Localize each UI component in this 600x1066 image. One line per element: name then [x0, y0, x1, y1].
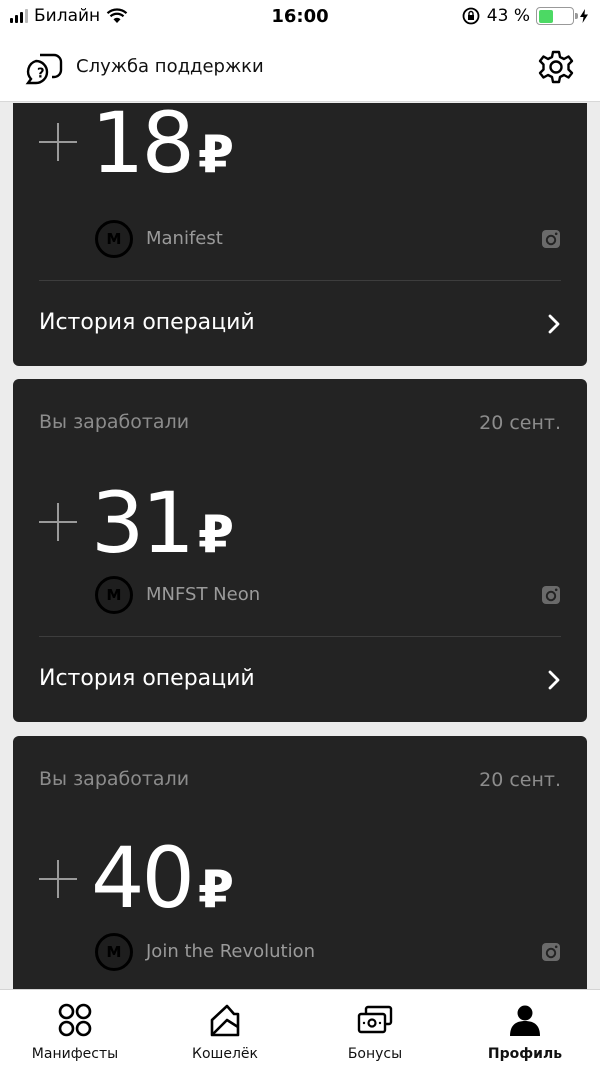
nav-label: Профиль: [487, 1046, 563, 1062]
earning-date: 20 сент.: [479, 412, 561, 434]
plus-icon: [39, 860, 77, 898]
brand-logo: M: [95, 933, 133, 971]
charging-bolt-icon: [580, 9, 588, 23]
history-link[interactable]: История операций: [39, 310, 255, 335]
earned-label: Вы заработали: [39, 768, 190, 790]
wallet-icon: [210, 1004, 240, 1037]
support-chat-icon[interactable]: ?: [24, 49, 64, 89]
nav-item-profile[interactable]: Профиль: [450, 990, 600, 1066]
brand-name: Manifest: [146, 228, 223, 249]
nav-item-wallet[interactable]: Кошелёк: [150, 990, 300, 1066]
earnings-feed[interactable]: 18 ₽ M Manifest История операций Вы зараб…: [0, 103, 600, 989]
nav-label: Кошелёк: [192, 1046, 258, 1062]
nav-item-bonuses[interactable]: Бонусы: [300, 990, 450, 1066]
svg-text:?: ?: [37, 67, 45, 82]
status-bar: Билайн 16:00 43 %: [0, 0, 600, 34]
card-divider: [39, 280, 561, 281]
brand-logo: M: [95, 576, 133, 614]
brand-logo: M: [95, 220, 133, 258]
chevron-right-icon[interactable]: [547, 669, 561, 691]
earning-amount: 40 ₽: [91, 829, 235, 927]
instagram-icon: [542, 230, 560, 248]
earning-date: 20 сент.: [479, 769, 561, 791]
bottom-navigation: Манифесты Кошелёк Бонусы Профиль: [0, 989, 600, 1066]
instagram-icon: [542, 943, 560, 961]
nav-label: Бонусы: [347, 1046, 403, 1062]
instagram-icon: [542, 586, 560, 604]
earned-label: Вы заработали: [39, 411, 190, 433]
plus-icon: [39, 123, 77, 161]
battery-percent: 43 %: [486, 6, 530, 26]
earning-card: Вы заработали 20 сент. 31 ₽ M MNFST Neon …: [13, 379, 587, 722]
gear-icon[interactable]: [538, 49, 574, 85]
nav-label: Манифесты: [31, 1046, 119, 1062]
earning-card: Вы заработали 20 сент. 40 ₽ M Join the Re…: [13, 736, 587, 989]
nav-item-manifests[interactable]: Манифесты: [0, 990, 150, 1066]
support-label[interactable]: Служба поддержки: [76, 56, 264, 77]
earning-card: 18 ₽ M Manifest История операций: [13, 103, 587, 366]
plus-icon: [39, 503, 77, 541]
status-right: 43 %: [461, 6, 588, 26]
bonus-cards-icon: [357, 1005, 393, 1034]
card-divider: [39, 636, 561, 637]
brand-name: MNFST Neon: [146, 584, 261, 605]
earning-amount: 31 ₽: [91, 474, 235, 572]
earning-amount: 18 ₽: [91, 103, 235, 192]
chevron-right-icon[interactable]: [547, 313, 561, 335]
app-header: ? Служба поддержки: [0, 34, 600, 102]
battery-icon: [536, 7, 578, 25]
brand-name: Join the Revolution: [146, 941, 316, 962]
orientation-lock-icon: [462, 7, 480, 25]
history-link[interactable]: История операций: [39, 666, 255, 691]
profile-icon: [510, 1005, 540, 1036]
grid-circles-icon: [58, 1003, 92, 1037]
